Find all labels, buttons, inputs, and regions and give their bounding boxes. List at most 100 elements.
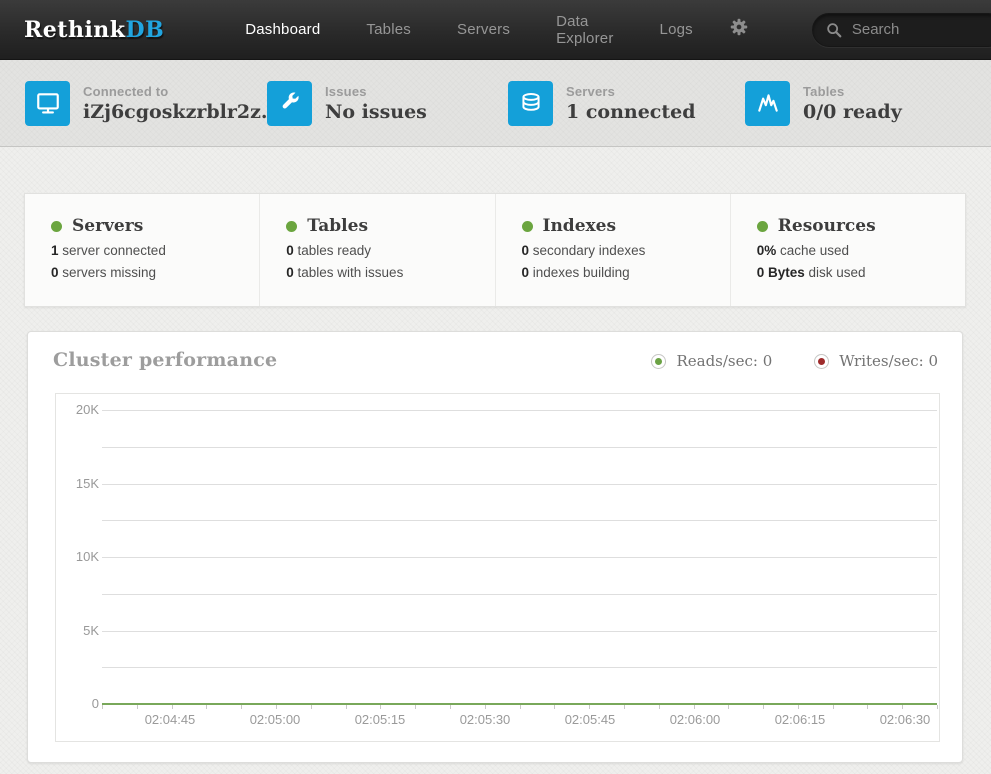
axis-tick xyxy=(276,705,277,709)
status-value: 1 connected xyxy=(566,101,696,123)
axis-tick xyxy=(137,705,138,709)
gear-icon xyxy=(728,16,750,43)
gridline xyxy=(102,631,937,632)
nav-menu: Dashboard Tables Servers Data Explorer L… xyxy=(222,0,716,67)
status-label: Issues xyxy=(325,84,427,99)
nav-item-servers[interactable]: Servers xyxy=(434,1,533,58)
summary-line: 0 indexes building xyxy=(522,266,730,280)
monitor-icon xyxy=(25,81,70,126)
legend-item-writes[interactable]: Writes/sec: 0 xyxy=(814,352,938,370)
gridline xyxy=(102,667,937,668)
database-icon xyxy=(508,81,553,126)
axis-tick xyxy=(589,705,590,709)
axis-tick xyxy=(659,705,660,709)
status-text-servers: Servers 1 connected xyxy=(566,84,696,123)
axis-tick xyxy=(206,705,207,709)
summary-panel-indexes: Indexes 0 secondary indexes 0 indexes bu… xyxy=(496,194,731,306)
summary-panel-servers: Servers 1 server connected 0 servers mis… xyxy=(25,194,260,306)
axis-tick xyxy=(241,705,242,709)
top-navbar: RethinkDB Dashboard Tables Servers Data … xyxy=(0,0,991,60)
summary-line: 0 secondary indexes xyxy=(522,244,730,258)
gridline xyxy=(102,557,937,558)
status-value: No issues xyxy=(325,101,427,123)
chart-legend: Reads/sec: 0 Writes/sec: 0 xyxy=(609,352,938,370)
rethinkdb-logo[interactable]: RethinkDB xyxy=(24,17,164,43)
chart-plot: 20K15K10K5K002:04:4502:05:0002:05:1502:0… xyxy=(55,393,940,742)
logo-text-rethink: Rethink xyxy=(24,17,126,43)
axis-tick xyxy=(902,705,903,709)
x-tick-label: 02:05:15 xyxy=(340,712,420,727)
legend-dot xyxy=(651,354,666,369)
x-tick-label: 02:05:00 xyxy=(235,712,315,727)
gridline xyxy=(102,594,937,595)
axis-tick xyxy=(346,705,347,709)
nav-item-data-explorer[interactable]: Data Explorer xyxy=(533,0,636,67)
status-label: Tables xyxy=(803,84,902,99)
x-tick-label: 02:06:30 xyxy=(865,712,945,727)
x-tick-label: 02:05:45 xyxy=(550,712,630,727)
status-item-tables: Tables 0/0 ready xyxy=(745,81,902,126)
status-item-servers: Servers 1 connected xyxy=(508,81,745,126)
nav-item-tables[interactable]: Tables xyxy=(343,1,434,58)
axis-tick xyxy=(450,705,451,709)
status-text-tables: Tables 0/0 ready xyxy=(803,84,902,123)
series-line-reads-sec xyxy=(102,703,937,705)
legend-dot xyxy=(814,354,829,369)
summary-title: Resources xyxy=(778,216,876,236)
search-input[interactable] xyxy=(852,21,991,38)
axis-tick xyxy=(624,705,625,709)
settings-gear-button[interactable] xyxy=(716,2,762,57)
gridline xyxy=(102,484,937,485)
status-text-connected-to: Connected to iZj6cgoskzrblr2z... xyxy=(83,84,281,123)
summary-title: Indexes xyxy=(543,216,617,236)
axis-tick xyxy=(798,705,799,709)
status-value: 0/0 ready xyxy=(803,101,902,123)
legend-item-reads[interactable]: Reads/sec: 0 xyxy=(651,352,772,370)
legend-label: Writes/sec: 0 xyxy=(839,352,938,370)
logo-text-db: DB xyxy=(126,17,165,43)
gridline xyxy=(102,520,937,521)
gridline xyxy=(102,410,937,411)
summary-line: 0 tables ready xyxy=(286,244,494,258)
status-ok-dot xyxy=(522,221,533,232)
axis-tick xyxy=(485,705,486,709)
wrench-icon xyxy=(267,81,312,126)
y-tick-label: 15K xyxy=(56,476,99,491)
y-tick-label: 0 xyxy=(56,696,99,711)
cluster-performance-title: Cluster performance xyxy=(53,349,277,371)
axis-tick xyxy=(867,705,868,709)
axis-tick xyxy=(694,705,695,709)
cluster-status-bar: Connected to iZj6cgoskzrblr2z... Issues … xyxy=(0,60,991,147)
summary-line: 0 tables with issues xyxy=(286,266,494,280)
status-ok-dot xyxy=(757,221,768,232)
axis-tick xyxy=(937,705,938,709)
status-text-issues: Issues No issues xyxy=(325,84,427,123)
cluster-summary-card: Servers 1 server connected 0 servers mis… xyxy=(24,193,966,307)
axis-tick xyxy=(833,705,834,709)
y-tick-label: 5K xyxy=(56,623,99,638)
status-label: Connected to xyxy=(83,84,281,99)
search-box[interactable] xyxy=(812,13,991,47)
nav-item-logs[interactable]: Logs xyxy=(637,1,716,58)
axis-tick xyxy=(728,705,729,709)
summary-line: 0% cache used xyxy=(757,244,965,258)
legend-label: Reads/sec: 0 xyxy=(676,352,772,370)
summary-line: 0 servers missing xyxy=(51,266,259,280)
axis-tick xyxy=(102,705,103,709)
x-tick-label: 02:06:15 xyxy=(760,712,840,727)
gridline xyxy=(102,447,937,448)
axis-tick xyxy=(311,705,312,709)
status-item-issues: Issues No issues xyxy=(267,81,508,126)
status-ok-dot xyxy=(286,221,297,232)
axis-tick xyxy=(380,705,381,709)
axis-tick xyxy=(554,705,555,709)
axis-tick xyxy=(763,705,764,709)
status-label: Servers xyxy=(566,84,696,99)
nav-item-dashboard[interactable]: Dashboard xyxy=(222,1,343,58)
status-item-connected-to: Connected to iZj6cgoskzrblr2z... xyxy=(25,81,267,126)
search-icon xyxy=(825,21,843,39)
status-value: iZj6cgoskzrblr2z... xyxy=(83,101,281,123)
summary-panel-resources: Resources 0% cache used 0 Bytes disk use… xyxy=(731,194,965,306)
summary-line: 0 Bytes disk used xyxy=(757,266,965,280)
x-tick-label: 02:05:30 xyxy=(445,712,525,727)
